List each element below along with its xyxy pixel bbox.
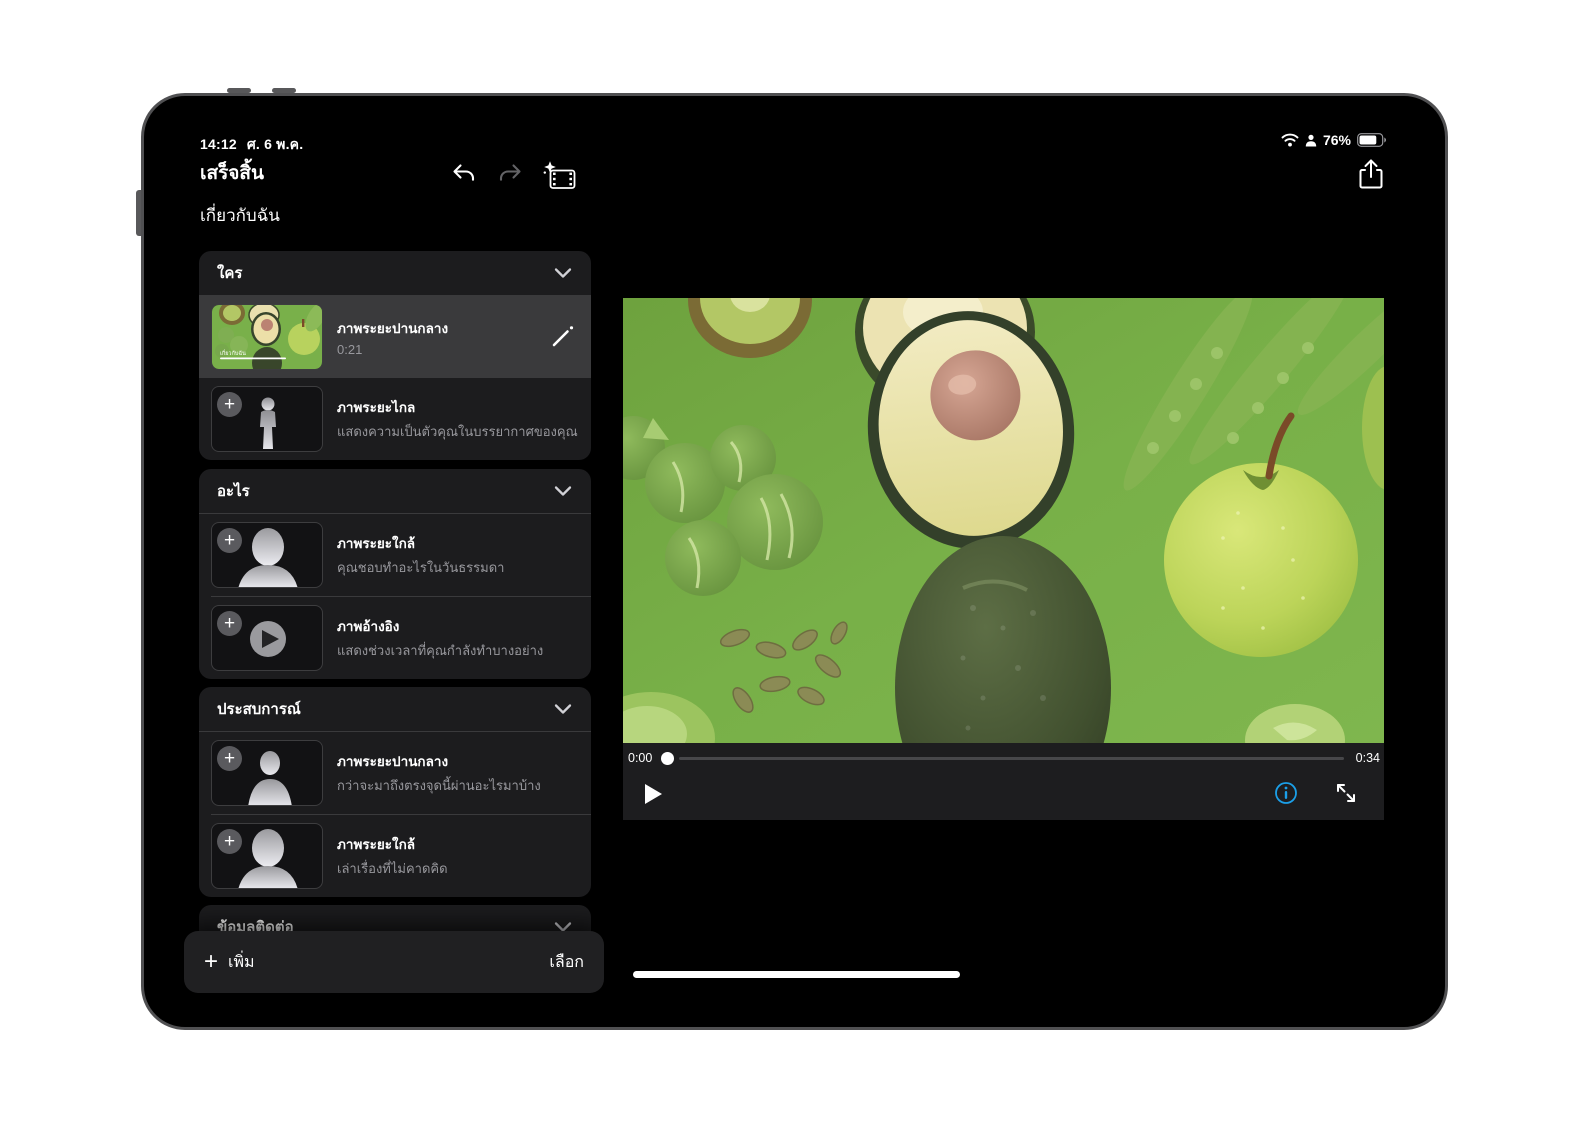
clip-title: ภาพระยะใกล้ bbox=[337, 833, 579, 855]
chevron-down-icon[interactable] bbox=[553, 702, 573, 716]
share-icon[interactable] bbox=[1357, 158, 1385, 190]
select-button[interactable]: เลือก bbox=[549, 950, 584, 975]
volume-button-1 bbox=[227, 88, 251, 93]
clip-thumbnail-placeholder: + bbox=[211, 522, 323, 588]
ipad-device-frame: 14:12 ศ. 6 พ.ค. 76% เสร็จสิ้น bbox=[141, 93, 1448, 1030]
section-header-what[interactable]: อะไร bbox=[199, 469, 591, 513]
video-frame-green-vegetables[interactable] bbox=[623, 298, 1384, 743]
add-plus-icon[interactable]: + bbox=[217, 829, 242, 854]
sidebar-bottom-bar: + เพิ่ม เลือก bbox=[184, 931, 604, 993]
clip-subtitle: เล่าเรื่องที่ไม่คาดคิด bbox=[337, 858, 579, 879]
plus-icon: + bbox=[204, 950, 218, 974]
section-header-who[interactable]: ใคร bbox=[199, 251, 591, 295]
scrubber-handle[interactable] bbox=[661, 752, 674, 765]
thumbnail-title-overlay: เกี่ยวกับฉัน bbox=[220, 349, 246, 357]
add-label: เพิ่ม bbox=[228, 950, 255, 975]
volume-button-2 bbox=[272, 88, 296, 93]
clip-thumbnail-placeholder: + bbox=[211, 823, 323, 889]
play-button[interactable] bbox=[643, 783, 663, 803]
add-plus-icon[interactable]: + bbox=[217, 746, 242, 771]
chevron-down-icon[interactable] bbox=[553, 266, 573, 280]
list-item-medium-shot[interactable]: + ภาพระยะปานกลาง กว่าจะมาถึงตรงจุดนี้ผ่า… bbox=[199, 732, 591, 814]
status-time-date: 14:12 ศ. 6 พ.ค. bbox=[200, 134, 313, 156]
top-button bbox=[136, 190, 141, 236]
status-indicators: 76% bbox=[1281, 132, 1387, 148]
clip-title: ภาพอ้างอิง bbox=[337, 615, 579, 637]
add-clip-button[interactable]: + เพิ่ม bbox=[204, 950, 255, 975]
edit-toolbar bbox=[450, 160, 576, 190]
clip-thumbnail-placeholder: + bbox=[211, 386, 323, 452]
list-item-reference-broll[interactable]: + ภาพอ้างอิง แสดงช่วงเวลาที่คุณกำลังทำบา… bbox=[199, 597, 591, 679]
list-item-medium-shot-filled[interactable]: เกี่ยวกับฉัน ภาพระยะปานกลาง 0:21 bbox=[199, 296, 591, 378]
progress-track[interactable] bbox=[679, 757, 1344, 760]
fullscreen-expand-icon[interactable] bbox=[1334, 781, 1358, 805]
clip-subtitle: กว่าจะมาถึงตรงจุดนี้ผ่านอะไรมาบ้าง bbox=[337, 775, 579, 796]
storyboard-magic-icon[interactable] bbox=[542, 160, 576, 190]
clip-subtitle: คุณชอบทำอะไรในวันธรรมดา bbox=[337, 557, 579, 578]
clip-title: ภาพระยะใกล้ bbox=[337, 532, 579, 554]
clip-thumbnail-video: เกี่ยวกับฉัน bbox=[211, 304, 323, 370]
clip-subtitle: แสดงช่วงเวลาที่คุณกำลังทำบางอย่าง bbox=[337, 640, 579, 661]
total-time-label: 0:34 bbox=[1356, 751, 1380, 765]
add-plus-icon[interactable]: + bbox=[217, 528, 242, 553]
clip-title: ภาพระยะไกล bbox=[337, 396, 579, 418]
project-title: เกี่ยวกับฉัน bbox=[200, 202, 280, 229]
chevron-down-icon[interactable] bbox=[553, 484, 573, 498]
personal-hotspot-icon bbox=[1305, 134, 1317, 147]
section-card-experience: ประสบการณ์ + ภาพระยะปานกลาง กว่าจะมาถึงต… bbox=[199, 687, 591, 897]
section-title: ประสบการณ์ bbox=[217, 697, 301, 721]
current-time-label: 0:00 bbox=[628, 751, 652, 765]
video-player[interactable]: 0:00 0:34 bbox=[623, 298, 1384, 820]
status-date: ศ. 6 พ.ค. bbox=[247, 136, 304, 152]
section-card-who: ใคร เกี่ยวกับฉัน bbox=[199, 251, 591, 460]
battery-percent-label: 76% bbox=[1323, 132, 1351, 148]
clip-title: ภาพระยะปานกลาง bbox=[337, 317, 531, 339]
clip-duration: 0:21 bbox=[337, 342, 531, 357]
list-item-wide-shot[interactable]: + ภาพระยะไกล แสดงความเป็นตัวคุณในบรรยากา… bbox=[199, 378, 591, 460]
clock-time: 14:12 bbox=[200, 136, 237, 152]
clip-thumbnail-placeholder: + bbox=[211, 740, 323, 806]
edit-pencil-icon[interactable] bbox=[545, 324, 579, 350]
clip-thumbnail-play: + bbox=[211, 605, 323, 671]
undo-icon[interactable] bbox=[450, 161, 478, 189]
section-title: ใคร bbox=[217, 261, 242, 285]
section-title: อะไร bbox=[217, 479, 250, 503]
section-card-what: อะไร + ภาพระยะใกล้ คุณชอบทำอะไรในวันธรรม… bbox=[199, 469, 591, 679]
section-header-experience[interactable]: ประสบการณ์ bbox=[199, 687, 591, 731]
home-indicator[interactable] bbox=[633, 971, 960, 978]
add-plus-icon[interactable]: + bbox=[217, 611, 242, 636]
redo-icon[interactable] bbox=[496, 161, 524, 189]
list-item-closeup-shot-2[interactable]: + ภาพระยะใกล้ เล่าเรื่องที่ไม่คาดคิด bbox=[199, 815, 591, 897]
battery-icon bbox=[1357, 133, 1387, 147]
wifi-icon bbox=[1281, 133, 1299, 147]
clip-subtitle: แสดงความเป็นตัวคุณในบรรยากาศของคุณ bbox=[337, 421, 579, 442]
add-plus-icon[interactable]: + bbox=[217, 392, 242, 417]
clip-title: ภาพระยะปานกลาง bbox=[337, 750, 579, 772]
player-controls: 0:00 0:34 bbox=[623, 743, 1384, 820]
info-icon[interactable] bbox=[1274, 781, 1298, 805]
done-button[interactable]: เสร็จสิ้น bbox=[200, 158, 264, 188]
list-item-closeup-shot[interactable]: + ภาพระยะใกล้ คุณชอบทำอะไรในวันธรรมดา bbox=[199, 514, 591, 596]
